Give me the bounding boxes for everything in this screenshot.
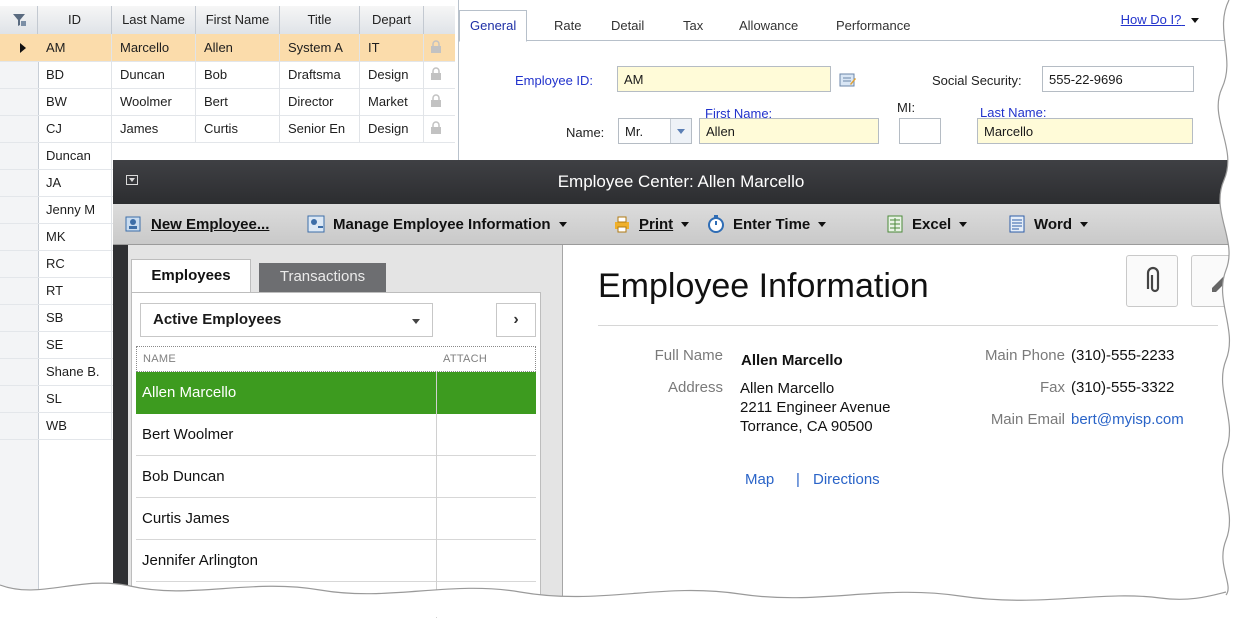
torn-paper-edge [0, 0, 1249, 617]
